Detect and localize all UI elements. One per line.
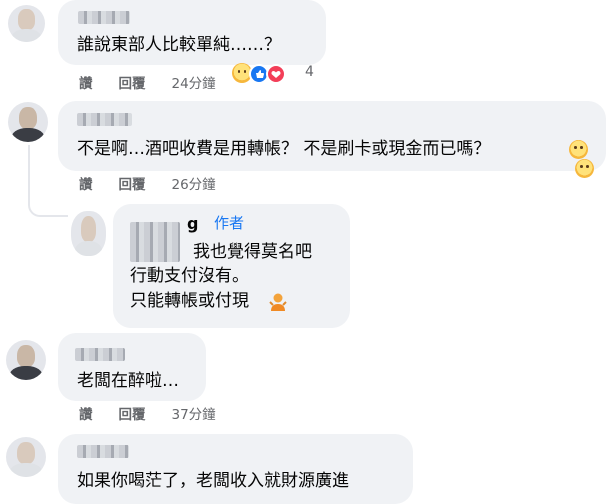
avatar[interactable] [8,5,45,42]
like-link[interactable]: 讚 [79,177,93,193]
reaction-summary[interactable]: 4 [232,63,322,85]
like-link[interactable]: 讚 [79,76,93,92]
commenter-name-suffix[interactable]: g [187,214,198,233]
comment-bubble [58,101,606,171]
drooling-emoji-icon [575,159,594,178]
commenter-name[interactable] [78,11,130,24]
timestamp[interactable]: 24分鐘 [172,76,216,92]
like-link[interactable]: 讚 [79,407,93,423]
comment-actions: 讚 回覆 24分鐘 [79,75,242,93]
timestamp[interactable]: 26分鐘 [172,177,216,193]
comment-text: 不是啊…酒吧收費是用轉帳？ 不是刷卡或現金而已嗎？ [77,139,491,159]
reply-link[interactable]: 回覆 [119,407,146,423]
author-badge: 作者 [214,214,245,232]
comment-text-line: 我也覺得莫名吧 [193,242,312,262]
thinking-emoji-icon [569,140,588,159]
comment-text-line: 只能轉帳或付現 [130,291,249,311]
avatar[interactable] [71,211,106,256]
comment-text-line: 行動支付沒有。 [130,266,249,286]
commenter-name[interactable] [77,445,129,458]
comment-actions: 讚 回覆 26分鐘 [79,176,242,194]
comment-text: 誰說東部人比較單純……？ [77,35,281,55]
commenter-name[interactable] [75,348,125,361]
reply-link[interactable]: 回覆 [119,177,146,193]
comment-text: 老闆在醉啦… [77,371,179,391]
timestamp[interactable]: 37分鐘 [172,407,216,423]
avatar[interactable] [6,437,46,477]
reaction-count: 4 [305,64,314,80]
commenter-name[interactable] [77,113,132,126]
reply-link[interactable]: 回覆 [119,76,146,92]
avatar[interactable] [6,340,46,380]
commenter-name[interactable] [130,222,180,262]
comment-actions: 讚 回覆 37分鐘 [79,406,242,424]
love-reaction-icon [266,64,286,84]
comment-text: 如果你喝茫了，老闆收入就財源廣進 [77,471,349,491]
avatar[interactable] [8,102,48,142]
shrug-emoji-icon [268,292,288,312]
